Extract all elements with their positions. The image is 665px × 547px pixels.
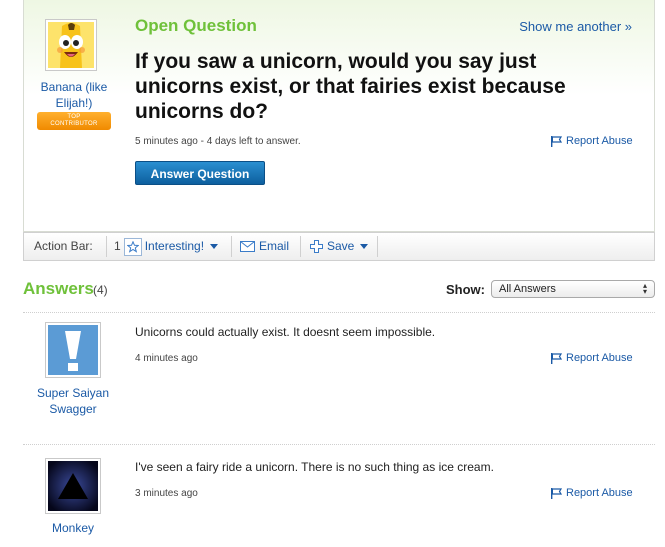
answer-text: I've seen a fairy ride a unicorn. There … <box>135 460 494 474</box>
flag-icon <box>551 352 562 364</box>
show-another-link[interactable]: Show me another » <box>519 19 632 34</box>
report-abuse-label: Report Abuse <box>566 352 633 364</box>
banana-avatar-icon <box>48 22 94 68</box>
flag-icon <box>551 135 562 147</box>
answer-text: Unicorns could actually exist. It doesnt… <box>135 325 436 339</box>
answerer-name[interactable]: Super Saiyan Swagger <box>32 385 114 417</box>
email-label: Email <box>259 239 290 253</box>
plus-icon <box>310 240 323 253</box>
asker-name[interactable]: Banana (like Elijah!) <box>29 79 119 111</box>
divider <box>23 312 655 313</box>
show-filter-label: Show: <box>446 282 485 297</box>
action-bar: Action Bar: 1 Interesting! Email Save <box>23 232 655 261</box>
chevron-down-icon <box>360 244 369 249</box>
question-meta: 5 minutes ago - 4 days left to answer. <box>135 136 301 147</box>
save-button[interactable]: Save <box>310 233 369 260</box>
flag-icon <box>551 487 562 499</box>
asker-avatar[interactable] <box>45 19 97 71</box>
report-abuse-label: Report Abuse <box>566 135 633 147</box>
badge-line-2: CONTRIBUTOR <box>50 121 98 127</box>
action-bar-label: Action Bar: <box>34 239 93 253</box>
answer-time: 3 minutes ago <box>135 488 198 499</box>
badge-line-1: TOP <box>67 114 81 120</box>
answers-filter-value: All Answers <box>499 283 556 295</box>
question-title: If you saw a unicorn, would you say just… <box>135 50 566 123</box>
interesting-count: 1 <box>114 239 121 253</box>
answer-report-abuse-link[interactable]: Report Abuse <box>551 487 633 499</box>
email-button[interactable]: Email <box>240 233 289 260</box>
divider <box>300 236 301 257</box>
open-question-heading: Open Question <box>135 16 257 35</box>
answers-heading: Answers <box>23 279 94 298</box>
answers-filter-select[interactable]: All Answers ▴ ▾ <box>491 280 655 298</box>
interesting-label: Interesting! <box>144 239 205 253</box>
answer-time: 4 minutes ago <box>135 353 198 364</box>
answer-question-button[interactable]: Answer Question <box>135 161 265 185</box>
interesting-button[interactable]: 1 Interesting! <box>114 233 219 260</box>
select-arrows-icon: ▴ ▾ <box>642 281 647 296</box>
chevron-down-icon <box>210 244 219 249</box>
divider <box>231 236 232 257</box>
star-icon <box>123 237 142 256</box>
divider <box>106 236 107 257</box>
report-abuse-label: Report Abuse <box>566 487 633 499</box>
envelope-icon <box>240 241 255 252</box>
top-contributor-badge: TOP CONTRIBUTOR <box>37 112 111 130</box>
answer-report-abuse-link[interactable]: Report Abuse <box>551 352 633 364</box>
exclamation-avatar-icon <box>48 325 98 375</box>
answerer-name[interactable]: Monkey <box>28 520 118 536</box>
answer-avatar[interactable] <box>45 458 101 514</box>
answer-avatar[interactable] <box>45 322 101 378</box>
save-label: Save <box>327 239 355 253</box>
dark-pyramid-avatar-icon <box>48 461 98 511</box>
question-report-abuse-link[interactable]: Report Abuse <box>551 135 633 147</box>
divider <box>23 444 655 445</box>
divider <box>377 236 378 257</box>
answers-count: (4) <box>93 283 108 297</box>
